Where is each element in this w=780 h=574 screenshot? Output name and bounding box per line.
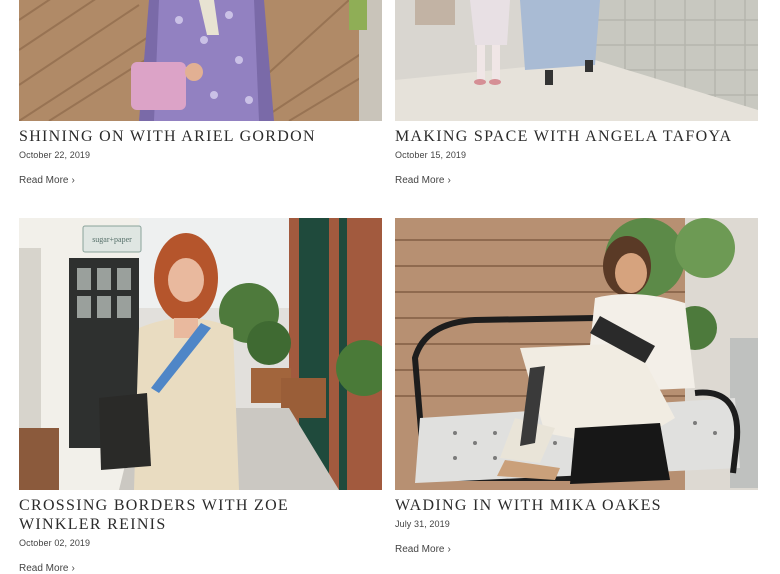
- read-more-link[interactable]: Read More ›: [19, 563, 75, 574]
- post-title[interactable]: CROSSING BORDERS WITH ZOE WINKLER REINIS: [19, 496, 369, 534]
- post-title[interactable]: SHINING ON WITH ARIEL GORDON: [19, 127, 316, 146]
- post-date: October 15, 2019: [395, 150, 467, 160]
- post-date: October 02, 2019: [19, 538, 91, 548]
- chevron-right-icon: ›: [71, 562, 75, 574]
- read-more-label: Read More: [395, 175, 445, 186]
- read-more-label: Read More: [395, 544, 445, 555]
- read-more-label: Read More: [19, 563, 69, 574]
- shop-sign-text: sugar+paper: [92, 235, 132, 244]
- post-date: July 31, 2019: [395, 519, 450, 529]
- post-date: October 22, 2019: [19, 150, 91, 160]
- chevron-right-icon: ›: [447, 543, 451, 555]
- chevron-right-icon: ›: [447, 174, 451, 186]
- read-more-link[interactable]: Read More ›: [395, 544, 451, 555]
- chevron-right-icon: ›: [71, 174, 75, 186]
- post-title[interactable]: WADING IN WITH MIKA OAKES: [395, 496, 662, 515]
- read-more-link[interactable]: Read More ›: [19, 175, 75, 186]
- post-image-zoe-winkler-reinis[interactable]: sugar+paper: [19, 218, 382, 490]
- post-image-mika-oakes[interactable]: [395, 218, 758, 490]
- post-title[interactable]: MAKING SPACE WITH ANGELA TAFOYA: [395, 127, 732, 146]
- post-image-ariel-gordon[interactable]: [19, 0, 382, 121]
- post-image-angela-tafoya[interactable]: [395, 0, 758, 121]
- read-more-link[interactable]: Read More ›: [395, 175, 451, 186]
- read-more-label: Read More: [19, 175, 69, 186]
